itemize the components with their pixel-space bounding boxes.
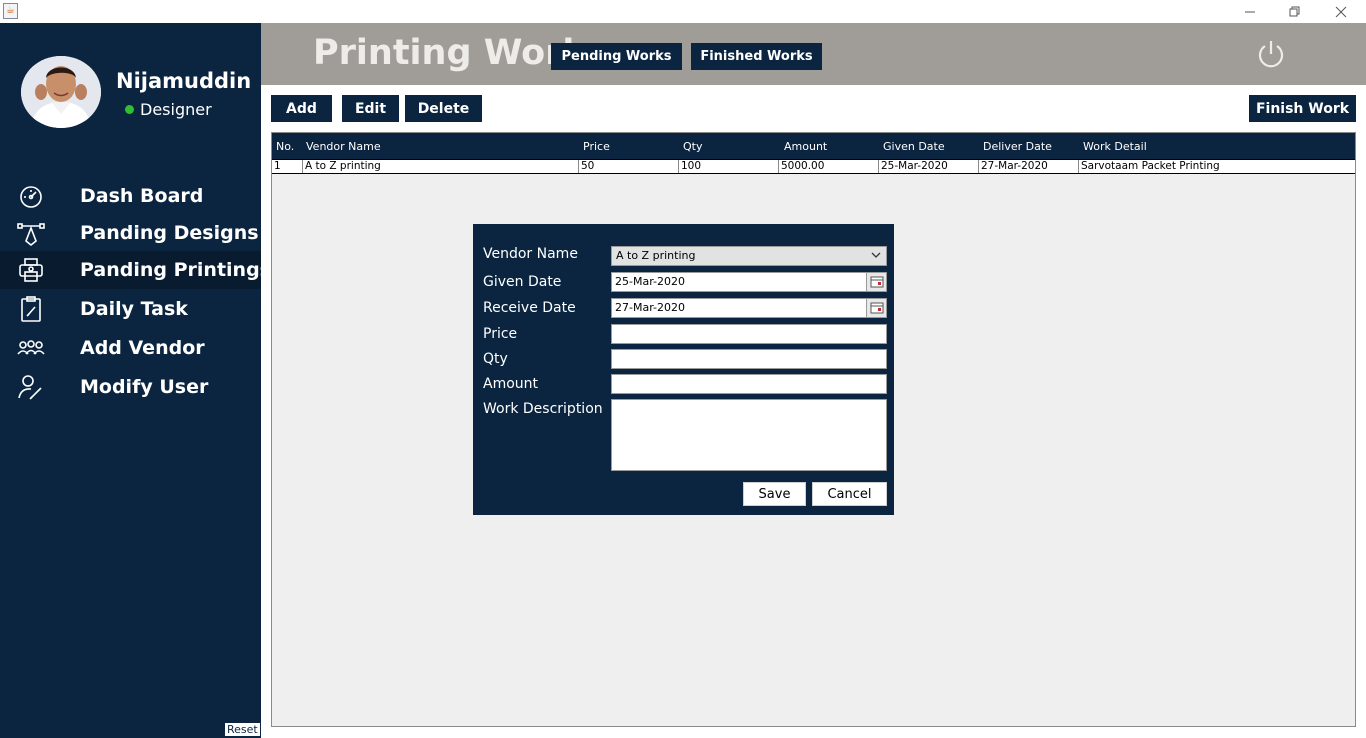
online-status-dot (125, 105, 134, 114)
column-header[interactable]: Vendor Name (306, 140, 381, 153)
table-cell: 1 (274, 160, 281, 172)
table-cell: 100 (678, 160, 778, 173)
restore-button[interactable] (1272, 0, 1318, 23)
table-cell: Sarvotaam Packet Printing (1078, 160, 1355, 173)
qty-label: Qty (483, 351, 508, 367)
window-title-bar: ☕ (0, 0, 1366, 23)
java-cup-icon: ☕ (3, 3, 18, 19)
column-header[interactable]: Amount (784, 140, 827, 153)
column-header[interactable]: Qty (683, 140, 702, 153)
page-title: Printing Work (313, 33, 586, 73)
calendar-icon[interactable] (866, 273, 886, 291)
given-date-label: Given Date (483, 274, 562, 290)
vendor-name-select[interactable]: A to Z printing (611, 246, 887, 266)
finish-work-button[interactable]: Finish Work (1249, 95, 1356, 122)
vector-pen-icon (17, 219, 45, 247)
column-header[interactable]: Given Date (883, 140, 945, 153)
given-date-value: 25-Mar-2020 (615, 275, 685, 288)
user-role: Designer (125, 100, 212, 119)
vendor-name-value: A to Z printing (616, 249, 696, 262)
sidebar-item-label: Dash Board (80, 185, 204, 207)
sidebar: Nijamuddin Designer Dash Board Panding D… (0, 23, 271, 738)
group-users-icon (17, 334, 45, 362)
table-cell: 27-Mar-2020 (978, 160, 1078, 173)
amount-label: Amount (483, 376, 539, 392)
sidebar-item-label: Daily Task (80, 298, 188, 320)
work-description-field[interactable] (611, 399, 887, 471)
column-header[interactable]: Price (583, 140, 610, 153)
cancel-button[interactable]: Cancel (812, 482, 887, 506)
work-form-dialog: Vendor Name A to Z printing Given Date 2… (473, 224, 894, 515)
finished-works-button[interactable]: Finished Works (691, 43, 822, 70)
minimize-button[interactable] (1227, 0, 1273, 23)
save-button[interactable]: Save (743, 482, 806, 506)
price-field[interactable] (611, 324, 887, 344)
receive-date-label: Receive Date (483, 300, 576, 316)
restore-icon (1289, 6, 1300, 16)
qty-field[interactable] (611, 349, 887, 369)
sidebar-item-modify-user[interactable]: Modify User (0, 368, 261, 406)
user-edit-icon (17, 373, 45, 401)
column-header[interactable]: No. (276, 140, 294, 153)
add-button[interactable]: Add (271, 95, 332, 122)
sidebar-item-label: Panding Designs (80, 222, 259, 244)
sidebar-item-label: Add Vendor (80, 337, 205, 359)
close-button[interactable] (1318, 0, 1364, 23)
avatar (21, 56, 101, 128)
table-cell: 25-Mar-2020 (878, 160, 978, 173)
clipboard-pencil-icon (17, 295, 45, 323)
receive-date-value: 27-Mar-2020 (615, 301, 685, 314)
printer-icon (17, 256, 45, 284)
chevron-down-icon (870, 249, 882, 261)
user-name: Nijamuddin (116, 69, 252, 93)
user-role-label: Designer (140, 100, 212, 119)
table-cell: 5000.00 (778, 160, 878, 173)
dashboard-gauge-icon (17, 182, 45, 210)
sidebar-item-panding-printings[interactable]: Panding Printings (0, 251, 271, 289)
sidebar-item-label: Panding Printings (80, 259, 271, 281)
column-header[interactable]: Deliver Date (983, 140, 1052, 153)
header-bar: Printing Work Pending Works Finished Wor… (261, 23, 1366, 85)
receive-date-field[interactable]: 27-Mar-2020 (611, 298, 887, 318)
work-description-label: Work Description (483, 401, 603, 417)
table-row[interactable]: 1 A to Z printing 50 100 5000.00 25-Mar-… (272, 159, 1355, 174)
table-header: No. Vendor Name Price Qty Amount Given D… (272, 133, 1355, 159)
table-cell: 50 (578, 160, 678, 173)
pending-works-button[interactable]: Pending Works (551, 43, 682, 70)
column-header[interactable]: Work Detail (1083, 140, 1147, 153)
sidebar-item-panding-designs[interactable]: Panding Designs (0, 214, 261, 252)
delete-button[interactable]: Delete (405, 95, 482, 122)
power-icon[interactable] (1255, 38, 1287, 70)
price-label: Price (483, 326, 518, 342)
vendor-name-label: Vendor Name (483, 246, 578, 262)
sidebar-item-daily-task[interactable]: Daily Task (0, 290, 261, 328)
close-icon (1335, 6, 1347, 17)
minimize-icon (1245, 11, 1255, 12)
edit-button[interactable]: Edit (342, 95, 399, 122)
given-date-field[interactable]: 25-Mar-2020 (611, 272, 887, 292)
sidebar-item-dashboard[interactable]: Dash Board (0, 177, 261, 215)
sidebar-item-label: Modify User (80, 376, 209, 398)
calendar-icon[interactable] (866, 299, 886, 317)
table-cell: A to Z printing (302, 160, 578, 173)
amount-field[interactable] (611, 374, 887, 394)
reset-link[interactable]: Reset (225, 723, 260, 736)
sidebar-item-add-vendor[interactable]: Add Vendor (0, 329, 261, 367)
